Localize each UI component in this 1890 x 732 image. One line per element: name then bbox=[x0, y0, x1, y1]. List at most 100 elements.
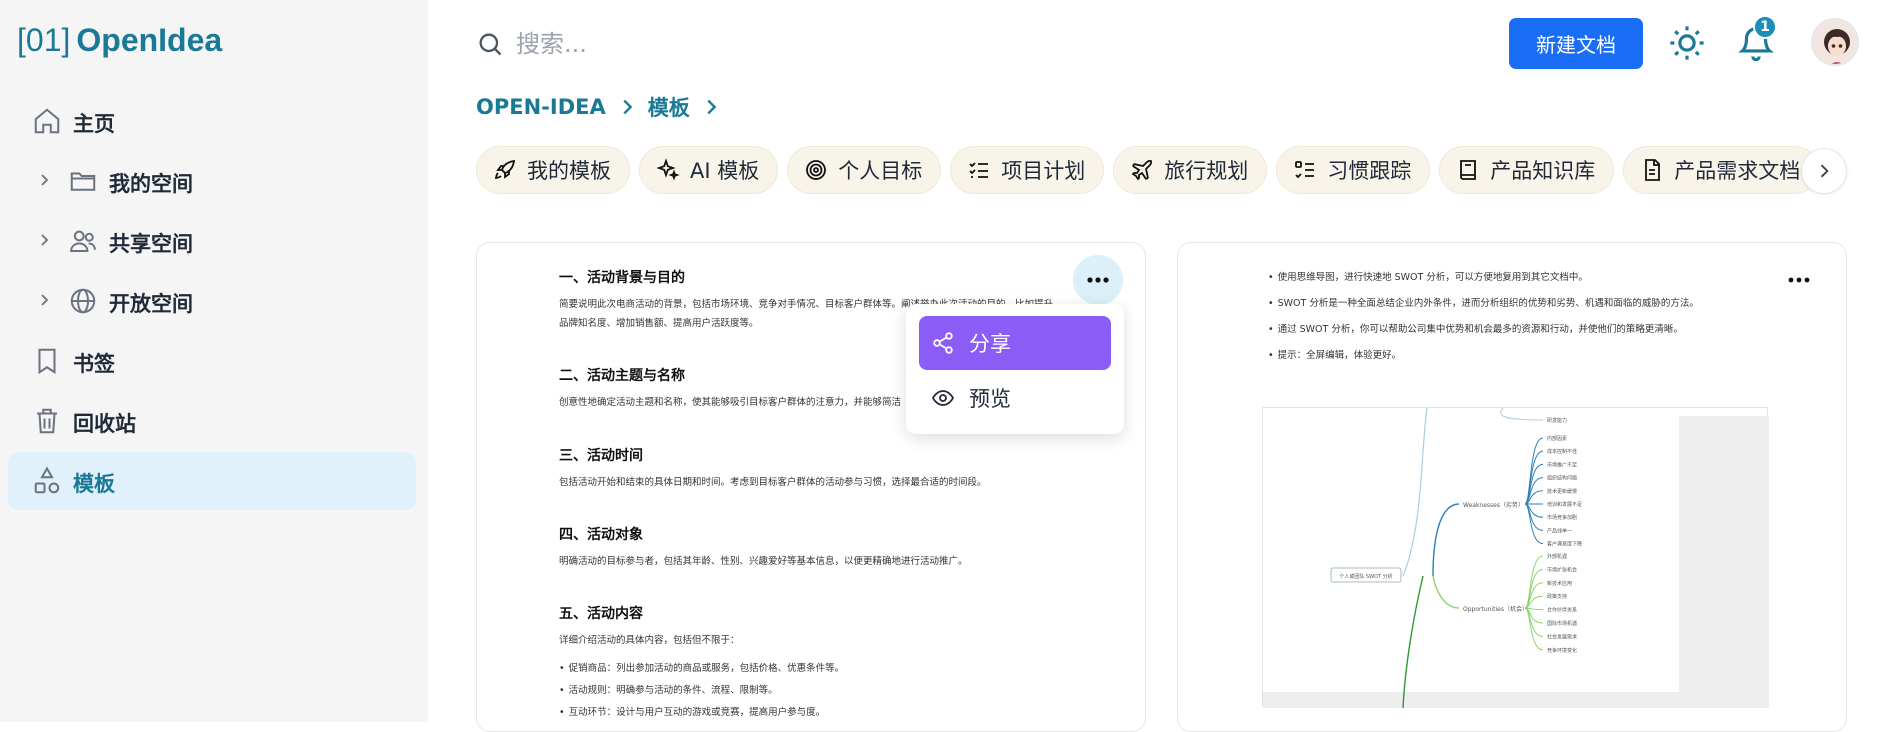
shapes-icon bbox=[34, 466, 60, 494]
section-heading: 一、活动背景与目的 bbox=[559, 270, 685, 286]
section-heading: 五、活动内容 bbox=[559, 605, 643, 622]
tab-project-plan[interactable]: 项目计划 bbox=[950, 146, 1105, 194]
mindmap-leaf: 客户满意度下降 bbox=[1547, 541, 1582, 548]
tabs-scroll-right-button[interactable] bbox=[1801, 148, 1847, 194]
more-horizontal-icon bbox=[1087, 277, 1109, 283]
tab-label: 产品需求文档 bbox=[1674, 159, 1801, 183]
more-horizontal-icon bbox=[1788, 277, 1810, 283]
home-icon bbox=[34, 108, 60, 134]
tab-product-requirements[interactable]: 产品需求文档 bbox=[1623, 146, 1820, 194]
sidebar-item-bookmarks[interactable]: 书签 bbox=[8, 332, 416, 390]
mindmap-leaf: 合作伙伴关系 bbox=[1547, 607, 1577, 614]
breadcrumb-root[interactable]: OPEN-IDEA bbox=[476, 95, 606, 119]
sidebar-item-shared-space[interactable]: 共享空间 bbox=[8, 212, 416, 270]
user-avatar[interactable] bbox=[1811, 18, 1859, 66]
chevron-right-icon[interactable] bbox=[36, 172, 52, 188]
sidebar-item-my-space[interactable]: 我的空间 bbox=[8, 152, 416, 210]
menu-item-label: 预览 bbox=[969, 387, 1011, 411]
sparkles-icon bbox=[656, 158, 680, 181]
mindmap-node-opportunities: Opportunities（机会） bbox=[1463, 605, 1528, 613]
list-checks-icon bbox=[969, 162, 989, 178]
mindmap-leaf: 政策支持 bbox=[1547, 593, 1567, 600]
mindmap-leaf: 外部机遇 bbox=[1547, 553, 1567, 560]
tab-personal-goals[interactable]: 个人目标 bbox=[787, 146, 942, 194]
sidebar-item-trash[interactable]: 回收站 bbox=[8, 392, 416, 450]
mindmap-canvas: Weaknesses（劣势） 内部因素成本控制不佳市场推广不足组织结构问题技术更新… bbox=[1263, 407, 1769, 709]
mindmap-edge bbox=[1524, 582, 1544, 609]
tab-ai-templates[interactable]: AI 模板 bbox=[639, 146, 779, 194]
menu-item-share[interactable]: 分享 bbox=[919, 316, 1111, 370]
bullet-item: 互动环节：设计与用户互动的游戏或竞赛，提高用户参与度。 bbox=[559, 704, 1079, 718]
plane-icon bbox=[1131, 159, 1153, 181]
new-document-button[interactable]: 新建文档 bbox=[1509, 18, 1643, 69]
tab-product-knowledge[interactable]: 产品知识库 bbox=[1439, 146, 1615, 194]
target-icon bbox=[806, 160, 827, 180]
card-options-menu: 分享 预览 bbox=[906, 304, 1124, 434]
chevron-right-icon[interactable] bbox=[36, 232, 52, 248]
tab-habit-tracking[interactable]: 习惯跟踪 bbox=[1276, 146, 1431, 194]
mindmap-edge bbox=[1524, 555, 1544, 609]
search-bar[interactable] bbox=[476, 22, 976, 66]
breadcrumb: OPEN-IDEA 模板 bbox=[476, 92, 732, 122]
users-icon bbox=[70, 230, 96, 252]
card-more-options-button[interactable] bbox=[1073, 255, 1123, 305]
chevron-right-icon bbox=[707, 99, 717, 115]
sidebar: [01] OpenIdea 主页 我的空间 共享空间 开放空间 书签 回收站 模… bbox=[0, 0, 428, 722]
mindmap-leaf: 新技术应用 bbox=[1547, 580, 1572, 587]
sidebar-item-templates[interactable]: 模板 bbox=[8, 452, 416, 510]
mindmap-edge bbox=[1524, 607, 1544, 651]
template-category-tabs: 我的模板 AI 模板 个人目标 项目计划 旅行规划 习惯跟踪 产品知识库 产品需… bbox=[476, 146, 1848, 196]
mindmap-leaf: 技术更新缓慢 bbox=[1547, 488, 1577, 495]
template-card-swot[interactable]: 使用思维导图，进行快速地 SWOT 分析，可以方便地复用到其它文档中。 SWOT… bbox=[1177, 242, 1847, 732]
file-text-icon bbox=[1645, 159, 1661, 181]
bullet-item: SWOT 分析是一种全面总结企业内外条件，进而分析组织的优势和劣势、机遇和面临的… bbox=[1268, 295, 1748, 309]
section-text: 明确活动的目标参与者，包括其年龄、性别、兴趣爱好等基本信息，以便更精确地进行活动… bbox=[559, 555, 968, 567]
mindmap-leaf: 国际市场机遇 bbox=[1547, 620, 1577, 627]
tab-travel-planning[interactable]: 旅行规划 bbox=[1113, 146, 1268, 194]
notification-badge: 1 bbox=[1753, 15, 1777, 39]
mindmap-leaf: 竞争环境变化 bbox=[1547, 647, 1577, 654]
menu-item-preview[interactable]: 预览 bbox=[919, 371, 1111, 425]
tab-label: 习惯跟踪 bbox=[1327, 159, 1412, 183]
bullet-item: 使用思维导图，进行快速地 SWOT 分析，可以方便地复用到其它文档中。 bbox=[1268, 269, 1748, 283]
section-heading: 三、活动时间 bbox=[559, 447, 643, 464]
rocket-icon bbox=[494, 159, 516, 180]
mindmap-leaf: 组织结构问题 bbox=[1547, 475, 1577, 482]
tab-label: 我的模板 bbox=[527, 159, 611, 183]
section-text: 包括活动开始和结束的具体日期和时间。考虑到目标客户群体的活动参与习惯，选择最合适… bbox=[559, 476, 987, 488]
mindmap-leaf: 研发能力 bbox=[1547, 417, 1567, 424]
bullet-item: 提示：全屏编辑，体验更好。 bbox=[1268, 347, 1748, 361]
theme-toggle-sun-icon[interactable] bbox=[1668, 24, 1706, 62]
sidebar-item-label: 书签 bbox=[73, 352, 115, 376]
mindmap-branch bbox=[1432, 503, 1460, 577]
globe-icon bbox=[70, 288, 96, 314]
tab-label: 项目计划 bbox=[1001, 159, 1086, 183]
menu-item-label: 分享 bbox=[969, 332, 1011, 356]
mindmap-branch bbox=[1432, 575, 1460, 609]
mindmap-leaf: 市场扩张机会 bbox=[1547, 566, 1577, 573]
mindmap-node-weaknesses: Weaknesses（劣势） bbox=[1463, 501, 1524, 509]
sidebar-item-label: 共享空间 bbox=[109, 232, 193, 256]
app-logo[interactable]: [01] OpenIdea bbox=[17, 22, 222, 59]
chevron-right-icon[interactable] bbox=[36, 292, 52, 308]
mindmap-edge bbox=[1500, 407, 1544, 421]
avatar-image bbox=[1813, 20, 1857, 64]
sidebar-item-label: 回收站 bbox=[73, 412, 136, 436]
sidebar-item-label: 我的空间 bbox=[109, 172, 193, 196]
card-more-options-button[interactable] bbox=[1774, 255, 1824, 305]
tab-my-templates[interactable]: 我的模板 bbox=[476, 146, 630, 194]
chevron-right-icon bbox=[623, 99, 633, 115]
tab-label: 产品知识库 bbox=[1490, 159, 1596, 183]
tab-label: 旅行规划 bbox=[1164, 159, 1249, 183]
bullet-item: 活动规则：明确参与活动的条件、流程、限制等。 bbox=[559, 682, 1079, 696]
share-icon bbox=[933, 332, 953, 354]
breadcrumb-templates[interactable]: 模板 bbox=[648, 92, 690, 122]
sidebar-item-label: 主页 bbox=[73, 112, 115, 136]
sidebar-nav: 主页 我的空间 共享空间 开放空间 书签 回收站 模板 bbox=[8, 92, 416, 512]
folder-icon bbox=[70, 172, 96, 191]
sidebar-item-open-space[interactable]: 开放空间 bbox=[8, 272, 416, 330]
mindmap-branch bbox=[1402, 407, 1428, 577]
sidebar-item-home[interactable]: 主页 bbox=[8, 92, 416, 150]
search-input[interactable] bbox=[516, 30, 956, 58]
trash-icon bbox=[37, 408, 57, 434]
